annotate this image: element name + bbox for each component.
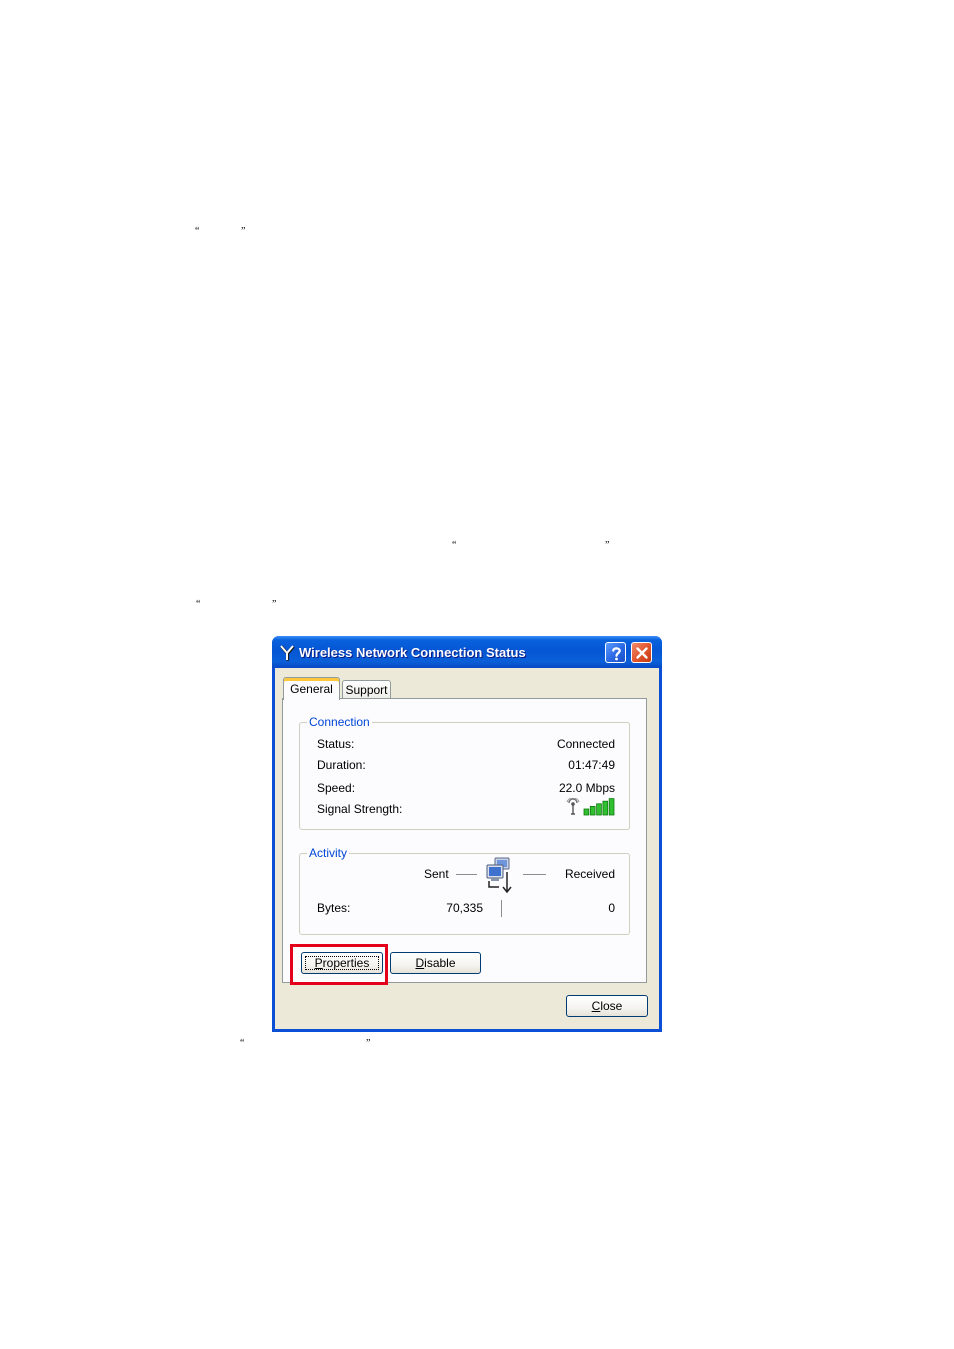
activity-legend: Activity (307, 846, 350, 860)
close-button[interactable]: Close (566, 995, 648, 1017)
close-button-label: Close (591, 999, 623, 1013)
network-activity-icon (486, 857, 512, 893)
close-quote: ” (241, 226, 246, 237)
bytes-received-value: 0 (608, 901, 615, 915)
tab-support[interactable]: Support (342, 680, 391, 699)
signal-bar (583, 808, 590, 816)
open-quote: “ (452, 540, 457, 551)
signal-strength-icon (566, 798, 615, 816)
connection-group: Connection Status: Connected Duration: 0… (299, 715, 630, 830)
bytes-label: Bytes: (317, 901, 351, 915)
signal-bar (596, 803, 602, 816)
activity-group: Activity Sent Received Bytes: 70,335 0 (299, 846, 630, 935)
dialog-body: General Support Connection Status: Conne… (275, 668, 659, 1029)
general-tab-panel: Connection Status: Connected Duration: 0… (282, 698, 647, 983)
status-value: Connected (556, 737, 615, 751)
signal-bar (608, 798, 615, 816)
signal-bar (589, 805, 596, 816)
signal-antenna-icon (566, 798, 580, 815)
close-icon (636, 647, 648, 659)
help-button[interactable] (605, 642, 626, 663)
duration-label: Duration: (317, 758, 366, 772)
open-quote: “ (195, 226, 200, 237)
disable-button[interactable]: Disable (390, 952, 481, 974)
wireless-status-dialog: Wireless Network Connection Status Gener… (272, 636, 662, 1032)
title-bar[interactable]: Wireless Network Connection Status (272, 636, 662, 668)
received-label: Received (564, 867, 615, 881)
close-quote: ” (605, 540, 610, 551)
wireless-antenna-icon (280, 645, 295, 661)
sent-label: Sent (424, 867, 449, 881)
close-quote: ” (272, 599, 277, 610)
signal-bar (602, 800, 609, 816)
dialog-title: Wireless Network Connection Status (299, 645, 526, 660)
duration-value: 01:47:49 (568, 758, 615, 772)
status-label: Status: (317, 737, 355, 751)
help-icon (612, 647, 621, 661)
tab-general[interactable]: General (283, 677, 340, 700)
open-quote: “ (240, 1038, 245, 1049)
sent-connector-line (456, 874, 477, 875)
disable-button-label: Disable (415, 956, 456, 970)
bytes-sent-value: 70,335 (446, 901, 483, 915)
speed-value: 22.0 Mbps (558, 781, 615, 795)
properties-highlight-box (290, 944, 388, 985)
open-quote: “ (196, 599, 201, 610)
close-window-button[interactable] (631, 642, 652, 663)
connection-legend: Connection (307, 715, 372, 729)
signal-strength-label: Signal Strength: (317, 802, 403, 816)
bytes-divider (501, 900, 502, 917)
speed-label: Speed: (317, 781, 356, 795)
close-quote: ” (366, 1038, 371, 1049)
received-connector-line (523, 874, 546, 875)
